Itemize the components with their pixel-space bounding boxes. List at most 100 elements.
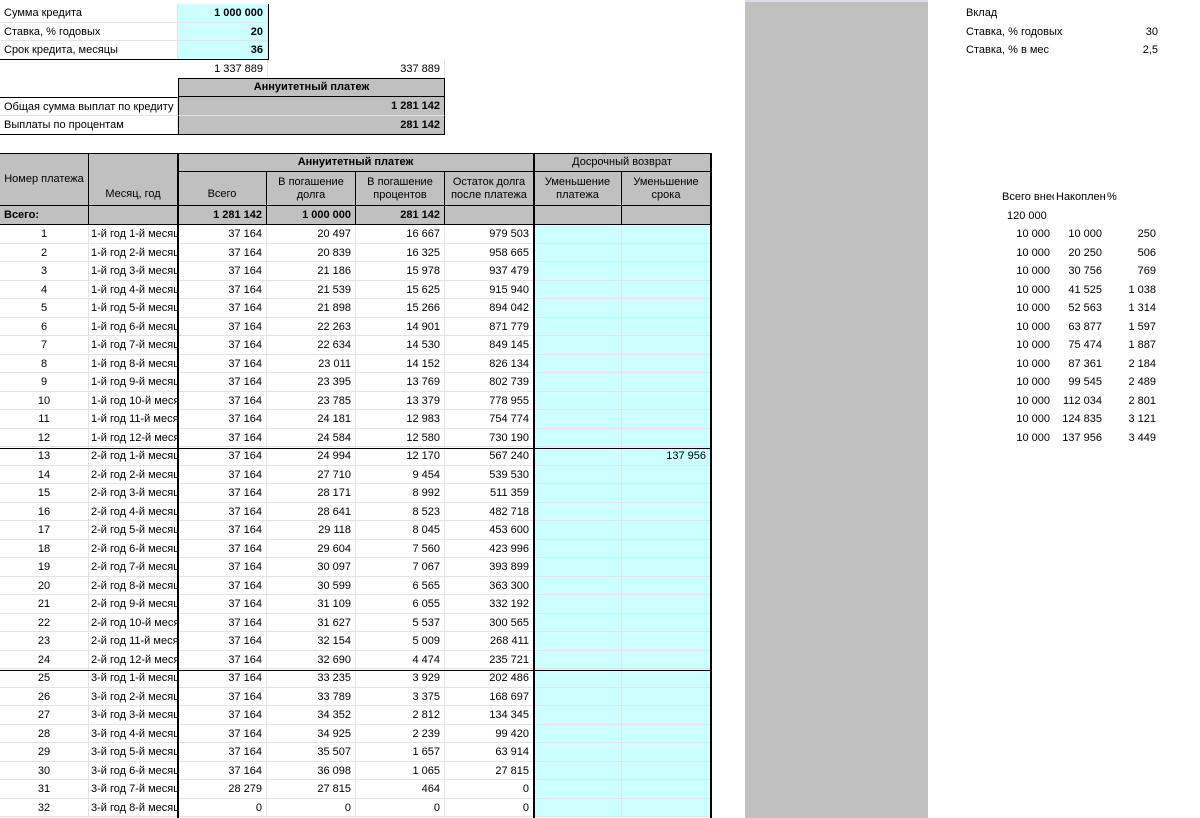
- cell-month[interactable]: 2-й год 12-й месяц: [89, 650, 178, 669]
- cell-month[interactable]: 3-й год 1-й месяц: [89, 669, 178, 688]
- cell-total[interactable]: 37 164: [178, 262, 267, 281]
- cell-balance[interactable]: 268 411: [445, 632, 534, 651]
- cell-principal[interactable]: 24 994: [267, 447, 356, 466]
- cell-month[interactable]: 2-й год 7-й месяц: [89, 558, 178, 577]
- cell-total[interactable]: 37 164: [178, 243, 267, 262]
- deposit-cell-interest[interactable]: 1 314: [1104, 299, 1158, 318]
- cell-month[interactable]: 1-й год 4-й месяц: [89, 280, 178, 299]
- cell-reduce-payment[interactable]: [534, 299, 622, 318]
- cell-month[interactable]: 2-й год 10-й месяц: [89, 613, 178, 632]
- cell-payment-num[interactable]: 12: [0, 428, 89, 447]
- cell-balance[interactable]: 915 940: [445, 280, 534, 299]
- cell-month[interactable]: 1-й год 8-й месяц: [89, 354, 178, 373]
- cell-interest[interactable]: 13 379: [356, 391, 445, 410]
- deposit-cell-interest[interactable]: 1 597: [1104, 318, 1158, 337]
- cell-reduce-payment[interactable]: [534, 262, 622, 281]
- cell-payment-num[interactable]: 32: [0, 798, 89, 817]
- cell-principal[interactable]: 32 690: [267, 650, 356, 669]
- cell-principal[interactable]: 0: [267, 798, 356, 817]
- cell-aux-left[interactable]: 1 337 889: [178, 60, 268, 79]
- cell-principal[interactable]: 21 186: [267, 262, 356, 281]
- cell-reduce-payment[interactable]: [534, 798, 622, 817]
- cell-interest[interactable]: 16 325: [356, 243, 445, 262]
- cell-total[interactable]: 37 164: [178, 613, 267, 632]
- cell-reduce-term[interactable]: [622, 280, 711, 299]
- cell-reduce-term[interactable]: [622, 299, 711, 318]
- deposit-cell-contributed[interactable]: 10 000: [1000, 355, 1052, 374]
- cell-payment-num[interactable]: 9: [0, 373, 89, 392]
- deposit-cell-accumulated[interactable]: 41 525: [1052, 281, 1104, 300]
- cell-month[interactable]: 2-й год 11-й месяц: [89, 632, 178, 651]
- cell-total[interactable]: 37 164: [178, 299, 267, 318]
- cell-month[interactable]: 1-й год 5-й месяц: [89, 299, 178, 318]
- cell-month[interactable]: 3-й год 8-й месяц: [89, 798, 178, 817]
- cell-reduce-payment[interactable]: [534, 447, 622, 466]
- cell-reduce-term[interactable]: [622, 225, 711, 244]
- deposit-cell-contributed[interactable]: 10 000: [1000, 318, 1052, 337]
- cell-principal[interactable]: 21 898: [267, 299, 356, 318]
- cell-payment-num[interactable]: 22: [0, 613, 89, 632]
- deposit-cell-contributed[interactable]: 10 000: [1000, 392, 1052, 411]
- cell-month[interactable]: 2-й год 6-й месяц: [89, 539, 178, 558]
- deposit-cell-contributed[interactable]: 10 000: [1000, 262, 1052, 281]
- cell-principal[interactable]: 36 098: [267, 761, 356, 780]
- cell-principal[interactable]: 31 109: [267, 595, 356, 614]
- cell-reduce-term[interactable]: [622, 502, 711, 521]
- cell-total[interactable]: 37 164: [178, 465, 267, 484]
- deposit-cell-contributed[interactable]: 10 000: [1000, 373, 1052, 392]
- deposit-col-total[interactable]: Всего внесено: [1002, 188, 1054, 207]
- deposit-cell-accumulated[interactable]: 112 034: [1052, 392, 1104, 411]
- cell-balance[interactable]: 235 721: [445, 650, 534, 669]
- cell-balance[interactable]: 27 815: [445, 761, 534, 780]
- cell-reduce-payment[interactable]: [534, 225, 622, 244]
- cell-principal[interactable]: 35 507: [267, 743, 356, 762]
- cell-reduce-payment[interactable]: [534, 558, 622, 577]
- cell-total[interactable]: 37 164: [178, 669, 267, 688]
- cell-reduce-term[interactable]: [622, 743, 711, 762]
- cell-balance[interactable]: 567 240: [445, 447, 534, 466]
- cell-reduce-payment[interactable]: [534, 595, 622, 614]
- cell-payment-num[interactable]: 10: [0, 391, 89, 410]
- cell-balance[interactable]: 802 739: [445, 373, 534, 392]
- cell-reduce-term[interactable]: [622, 687, 711, 706]
- cell-amount-value[interactable]: 1 000 000: [178, 4, 268, 23]
- cell-total[interactable]: 37 164: [178, 761, 267, 780]
- cell-reduce-term[interactable]: [622, 558, 711, 577]
- cell-reduce-term[interactable]: [622, 761, 711, 780]
- cell-interest[interactable]: 4 474: [356, 650, 445, 669]
- cell-interest[interactable]: 15 266: [356, 299, 445, 318]
- cell-reduce-payment[interactable]: [534, 650, 622, 669]
- cell-principal[interactable]: 34 352: [267, 706, 356, 725]
- cell-total[interactable]: 37 164: [178, 391, 267, 410]
- cell-balance[interactable]: 0: [445, 780, 534, 799]
- cell-reduce-payment[interactable]: [534, 354, 622, 373]
- cell-month[interactable]: 1-й год 12-й месяц: [89, 428, 178, 447]
- cell-balance[interactable]: 453 600: [445, 521, 534, 540]
- cell-interest[interactable]: 7 067: [356, 558, 445, 577]
- cell-principal[interactable]: 23 011: [267, 354, 356, 373]
- cell-principal[interactable]: 22 634: [267, 336, 356, 355]
- cell-payment-num[interactable]: 18: [0, 539, 89, 558]
- cell-month[interactable]: 2-й год 9-й месяц: [89, 595, 178, 614]
- cell-principal[interactable]: 34 925: [267, 724, 356, 743]
- cell-principal[interactable]: 21 539: [267, 280, 356, 299]
- cell-reduce-payment[interactable]: [534, 743, 622, 762]
- cell-reduce-term[interactable]: [622, 336, 711, 355]
- deposit-cell-accumulated[interactable]: 20 250: [1052, 244, 1104, 263]
- cell-reduce-term[interactable]: [622, 465, 711, 484]
- deposit-cell-interest[interactable]: 250: [1104, 225, 1158, 244]
- cell-total[interactable]: 37 164: [178, 336, 267, 355]
- cell-reduce-payment[interactable]: [534, 780, 622, 799]
- cell-total[interactable]: 37 164: [178, 650, 267, 669]
- cell-interest[interactable]: 3 929: [356, 669, 445, 688]
- cell-interest[interactable]: 5 537: [356, 613, 445, 632]
- totals-interest[interactable]: 281 142: [356, 206, 445, 225]
- cell-interest[interactable]: 15 625: [356, 280, 445, 299]
- deposit-cell-interest[interactable]: 2 489: [1104, 373, 1158, 392]
- deposit-cell-accumulated[interactable]: 137 956: [1052, 429, 1104, 448]
- cell-reduce-payment[interactable]: [534, 243, 622, 262]
- cell-balance[interactable]: 363 300: [445, 576, 534, 595]
- cell-principal[interactable]: 27 710: [267, 465, 356, 484]
- cell-interest[interactable]: 0: [356, 798, 445, 817]
- cell-principal[interactable]: 28 641: [267, 502, 356, 521]
